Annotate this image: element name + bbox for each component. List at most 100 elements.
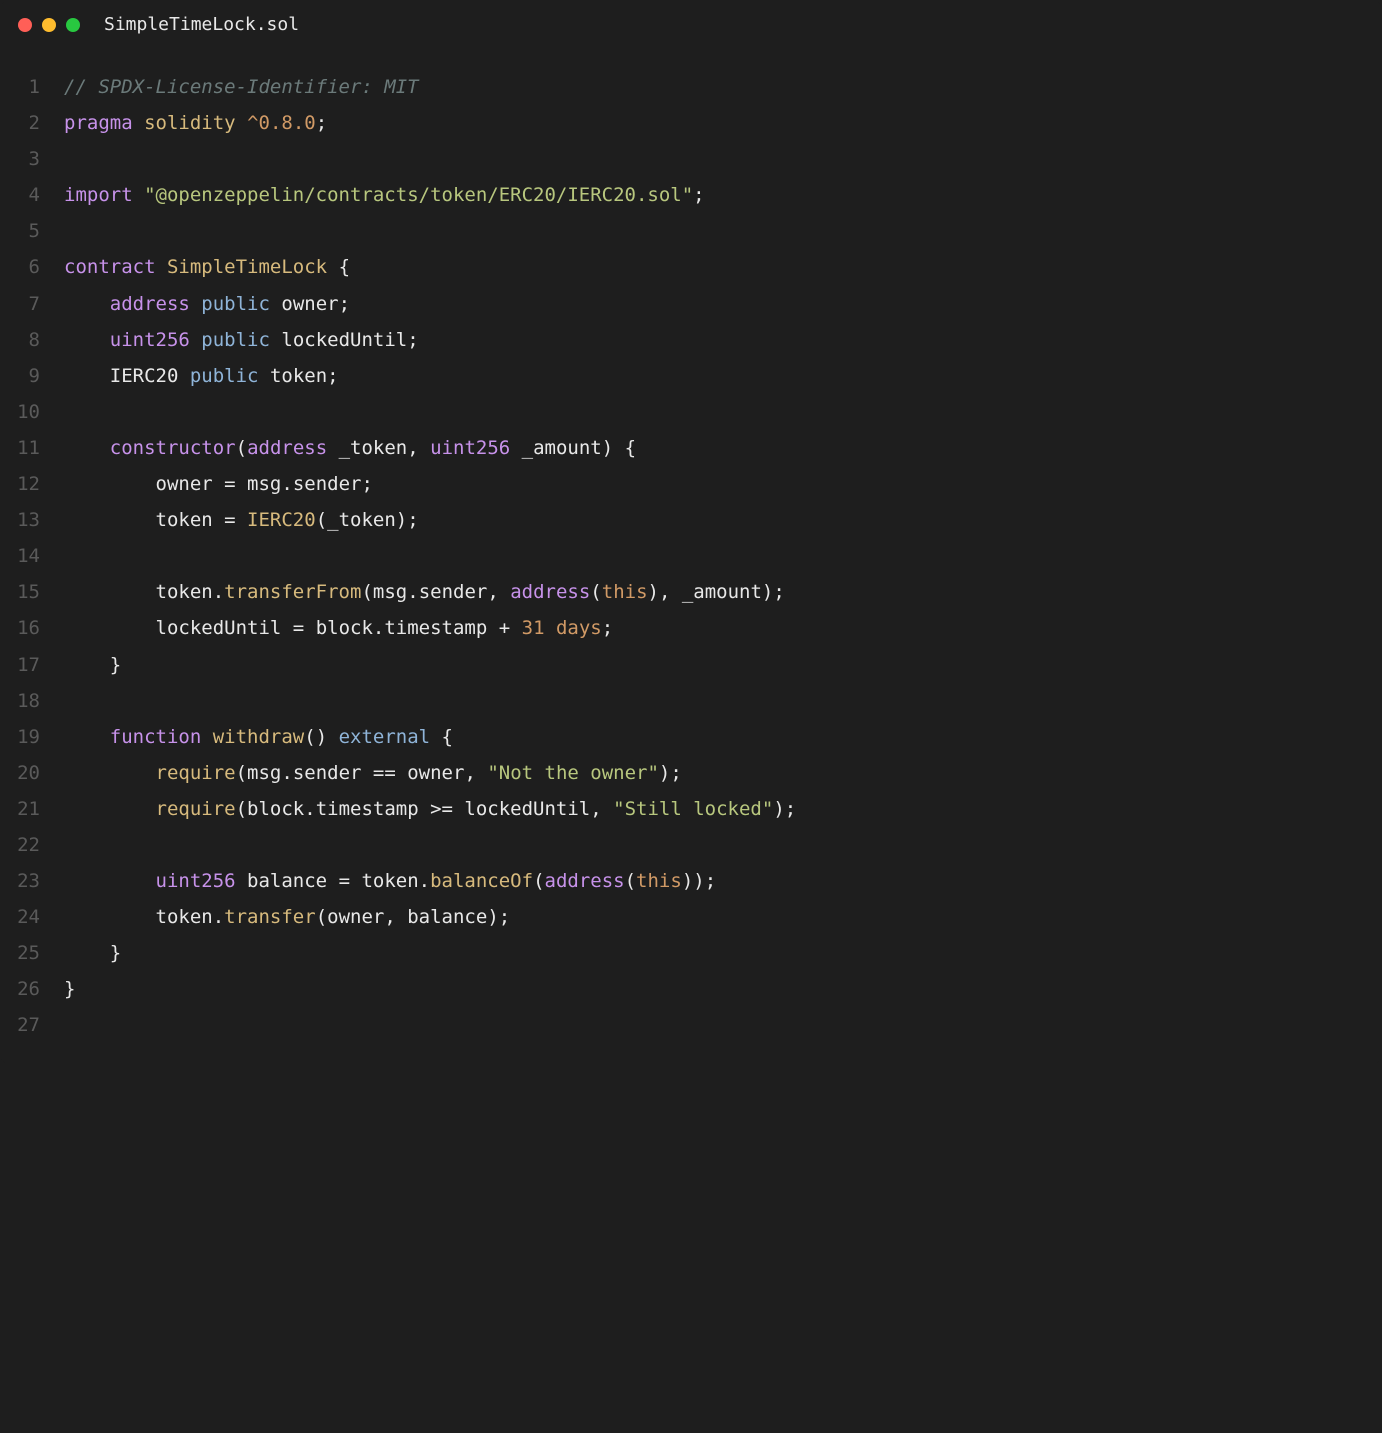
code-content[interactable]: function withdraw() external { — [64, 719, 1382, 755]
close-icon[interactable] — [18, 18, 32, 32]
code-content[interactable] — [64, 141, 1382, 177]
code-content[interactable] — [64, 394, 1382, 430]
code-content[interactable]: require(msg.sender == owner, "Not the ow… — [64, 755, 1382, 791]
code-line[interactable]: 5 — [0, 213, 1382, 249]
line-number: 8 — [0, 322, 64, 358]
code-content[interactable]: contract SimpleTimeLock { — [64, 249, 1382, 285]
code-content[interactable]: lockedUntil = block.timestamp + 31 days; — [64, 610, 1382, 646]
token — [510, 437, 521, 459]
line-number: 12 — [0, 466, 64, 502]
token: { — [430, 726, 453, 748]
code-content[interactable] — [64, 213, 1382, 249]
code-line[interactable]: 21 require(block.timestamp >= lockedUnti… — [0, 791, 1382, 827]
line-number: 19 — [0, 719, 64, 755]
code-content[interactable] — [64, 683, 1382, 719]
code-line[interactable]: 8 uint256 public lockedUntil; — [0, 322, 1382, 358]
code-content[interactable]: pragma solidity ^0.8.0; — [64, 105, 1382, 141]
token: , — [590, 798, 613, 820]
code-line[interactable]: 10 — [0, 394, 1382, 430]
code-content[interactable] — [64, 1007, 1382, 1043]
token: msg — [373, 581, 407, 603]
code-line[interactable]: 6contract SimpleTimeLock { — [0, 249, 1382, 285]
code-content[interactable]: uint256 public lockedUntil; — [64, 322, 1382, 358]
code-line[interactable]: 9 IERC20 public token; — [0, 358, 1382, 394]
code-line[interactable]: 22 — [0, 827, 1382, 863]
token — [64, 473, 156, 495]
line-number: 6 — [0, 249, 64, 285]
code-content[interactable] — [64, 827, 1382, 863]
token — [190, 293, 201, 315]
code-line[interactable]: 27 — [0, 1007, 1382, 1043]
code-line[interactable]: 25 } — [0, 935, 1382, 971]
code-line[interactable]: 23 uint256 balance = token.balanceOf(add… — [0, 863, 1382, 899]
token: 31 days — [522, 617, 602, 639]
code-line[interactable]: 17 } — [0, 647, 1382, 683]
token: "@openzeppelin/contracts/token/ERC20/IER… — [144, 184, 693, 206]
token: ); — [396, 509, 419, 531]
code-line[interactable]: 3 — [0, 141, 1382, 177]
token: . — [213, 906, 224, 928]
code-line[interactable]: 24 token.transfer(owner, balance); — [0, 899, 1382, 935]
token — [133, 184, 144, 206]
token: { — [327, 256, 350, 278]
code-line[interactable]: 14 — [0, 538, 1382, 574]
code-line[interactable]: 2pragma solidity ^0.8.0; — [0, 105, 1382, 141]
code-content[interactable]: address public owner; — [64, 286, 1382, 322]
token: IERC20 — [247, 509, 316, 531]
code-content[interactable]: // SPDX-License-Identifier: MIT — [64, 69, 1382, 105]
code-line[interactable]: 15 token.transferFrom(msg.sender, addres… — [0, 574, 1382, 610]
token: SimpleTimeLock — [167, 256, 327, 278]
token: sender — [293, 762, 362, 784]
code-line[interactable]: 11 constructor(address _token, uint256 _… — [0, 430, 1382, 466]
token: ; — [407, 329, 418, 351]
token: external — [339, 726, 431, 748]
code-line[interactable]: 16 lockedUntil = block.timestamp + 31 da… — [0, 610, 1382, 646]
code-content[interactable]: token.transfer(owner, balance); — [64, 899, 1382, 935]
token: token — [156, 509, 213, 531]
token — [64, 870, 156, 892]
code-line[interactable]: 1// SPDX-License-Identifier: MIT — [0, 69, 1382, 105]
token: _token — [327, 509, 396, 531]
maximize-icon[interactable] — [66, 18, 80, 32]
line-number: 15 — [0, 574, 64, 610]
code-line[interactable]: 7 address public owner; — [0, 286, 1382, 322]
token — [270, 293, 281, 315]
token: ); — [762, 581, 785, 603]
code-content[interactable]: IERC20 public token; — [64, 358, 1382, 394]
code-editor[interactable]: 1// SPDX-License-Identifier: MIT2pragma … — [0, 49, 1382, 1064]
code-content[interactable] — [64, 538, 1382, 574]
code-line[interactable]: 12 owner = msg.sender; — [0, 466, 1382, 502]
code-line[interactable]: 18 — [0, 683, 1382, 719]
code-content[interactable]: constructor(address _token, uint256 _amo… — [64, 430, 1382, 466]
code-content[interactable]: owner = msg.sender; — [64, 466, 1382, 502]
minimize-icon[interactable] — [42, 18, 56, 32]
token: _token — [339, 437, 408, 459]
token: // SPDX-License-Identifier: MIT — [64, 76, 419, 98]
code-content[interactable]: require(block.timestamp >= lockedUntil, … — [64, 791, 1382, 827]
code-line[interactable]: 26} — [0, 971, 1382, 1007]
code-line[interactable]: 19 function withdraw() external { — [0, 719, 1382, 755]
token: ( — [316, 906, 327, 928]
code-content[interactable]: uint256 balance = token.balanceOf(addres… — [64, 863, 1382, 899]
code-content[interactable]: token.transferFrom(msg.sender, address(t… — [64, 574, 1382, 610]
code-line[interactable]: 4import "@openzeppelin/contracts/token/E… — [0, 177, 1382, 213]
token: = — [327, 870, 361, 892]
token: ; — [316, 112, 327, 134]
token: msg — [247, 473, 281, 495]
code-content[interactable]: import "@openzeppelin/contracts/token/ER… — [64, 177, 1382, 213]
token: address — [110, 293, 190, 315]
line-number: 10 — [0, 394, 64, 430]
code-content[interactable]: } — [64, 935, 1382, 971]
code-content[interactable]: } — [64, 647, 1382, 683]
token: . — [407, 581, 418, 603]
code-line[interactable]: 13 token = IERC20(_token); — [0, 502, 1382, 538]
code-content[interactable]: token = IERC20(_token); — [64, 502, 1382, 538]
line-number: 7 — [0, 286, 64, 322]
code-line[interactable]: 20 require(msg.sender == owner, "Not the… — [0, 755, 1382, 791]
token: ; — [602, 617, 613, 639]
line-number: 4 — [0, 177, 64, 213]
token: timestamp — [384, 617, 487, 639]
token: public — [190, 365, 259, 387]
code-content[interactable]: } — [64, 971, 1382, 1007]
token — [64, 437, 110, 459]
